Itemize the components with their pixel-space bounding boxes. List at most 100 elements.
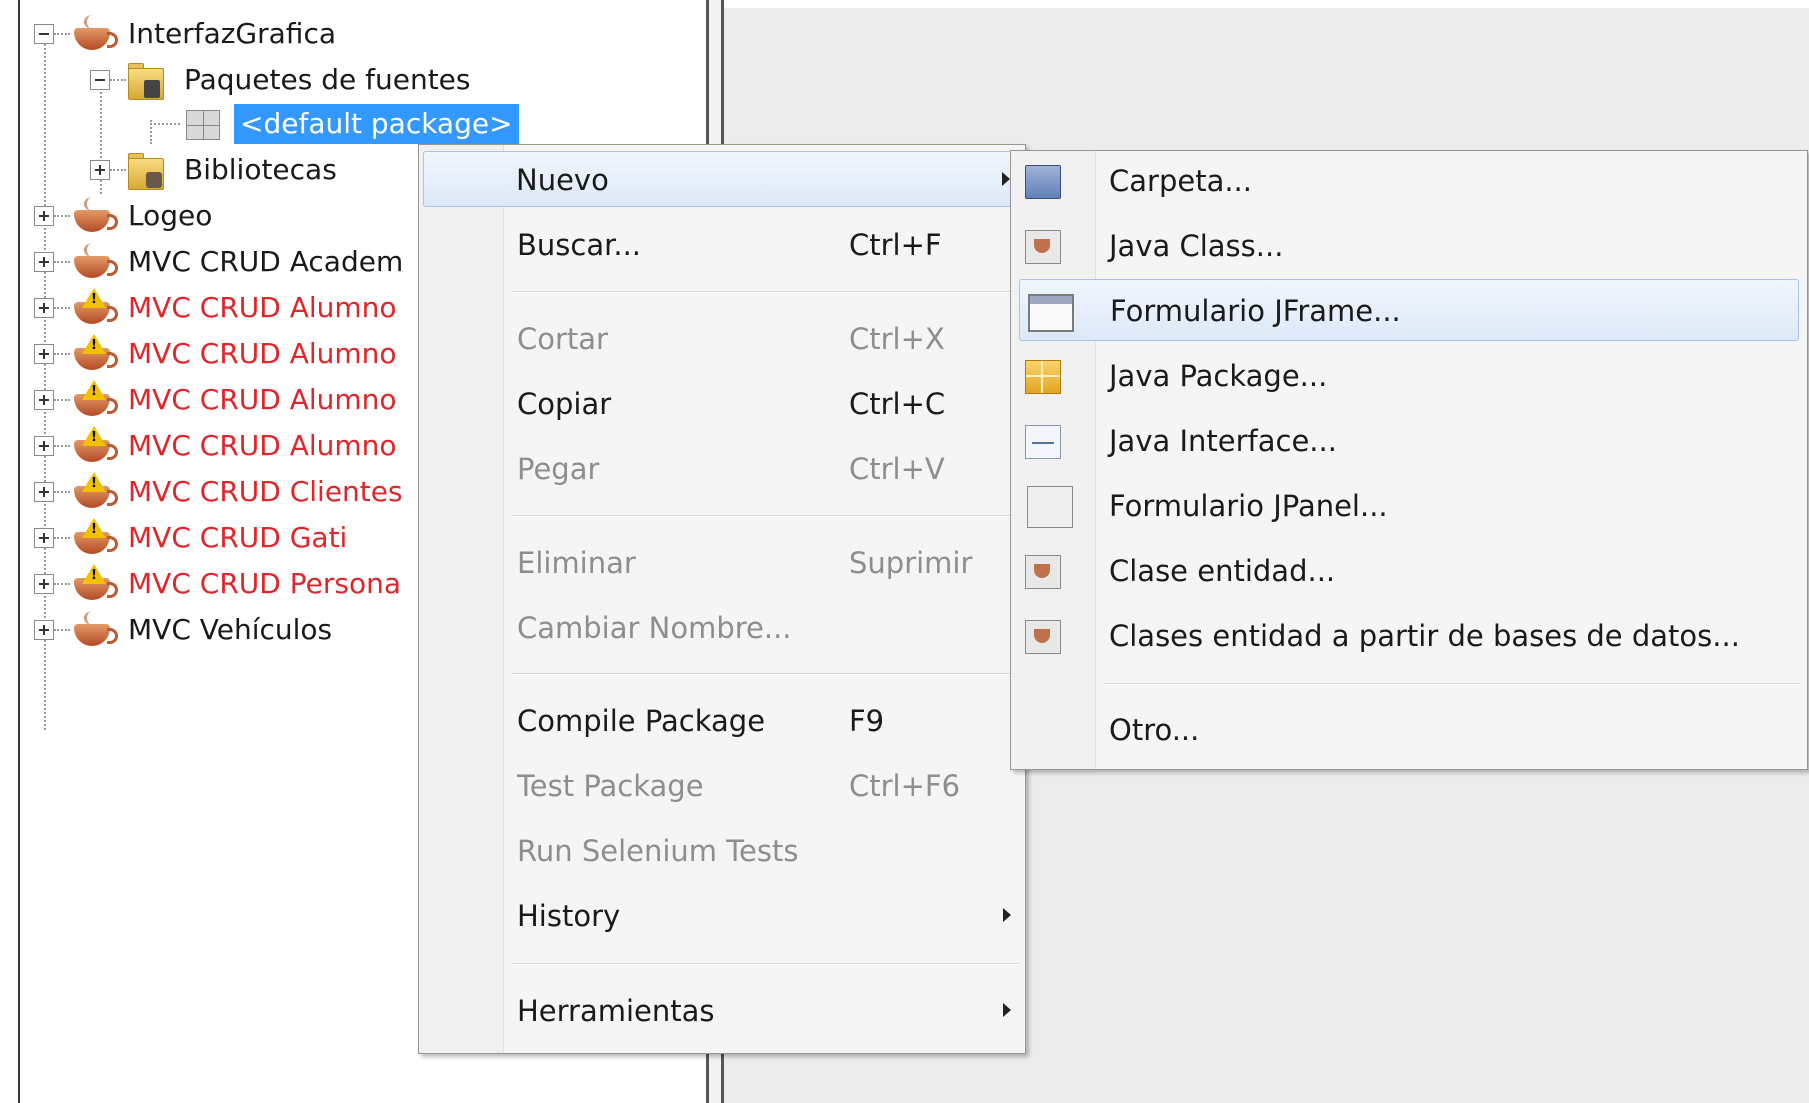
java-project-icon (70, 196, 118, 236)
tree-node-label: MVC Vehículos (128, 613, 333, 646)
tree-node-label: Paquetes de fuentes (184, 63, 471, 96)
menu-item-java-package[interactable]: Java Package... (1011, 348, 1807, 404)
menu-item-copiar[interactable]: Copiar Ctrl+C (419, 376, 1025, 432)
expand-icon[interactable] (34, 390, 54, 410)
submenu-arrow-icon (1003, 908, 1011, 922)
folder-icon (1025, 165, 1061, 199)
tree-node-label: MVC CRUD Academ (128, 245, 404, 278)
libraries-icon (126, 150, 170, 190)
expand-icon[interactable] (34, 528, 54, 548)
menu-item-formulario-jpanel[interactable]: Formulario JPanel... (1011, 478, 1807, 534)
menu-item-run-selenium-tests[interactable]: Run Selenium Tests (419, 823, 1025, 879)
menu-item-shortcut: F9 (849, 704, 885, 738)
menu-item-shortcut: Ctrl+C (849, 387, 946, 421)
menu-item-label: Java Interface... (1109, 424, 1337, 458)
menu-item-carpeta[interactable]: Carpeta... (1011, 153, 1807, 209)
java-class-icon (1025, 230, 1061, 264)
menu-item-test-package[interactable]: Test Package Ctrl+F6 (419, 758, 1025, 814)
menu-item-label: Java Class... (1109, 229, 1284, 263)
menu-item-history[interactable]: History (419, 888, 1025, 944)
menu-item-label: History (517, 899, 621, 933)
menu-item-formulario-jframe[interactable]: Formulario JFrame... (1019, 279, 1799, 341)
menu-item-eliminar[interactable]: Eliminar Suprimir (419, 535, 1025, 591)
tree-node-source-packages[interactable]: Paquetes de fuentes (90, 58, 471, 102)
tree-connector (54, 629, 70, 631)
menu-item-buscar[interactable]: Buscar... Ctrl+F (419, 217, 1025, 273)
tree-node-project-error[interactable]: ! MVC CRUD Gati (34, 516, 347, 560)
menu-item-pegar[interactable]: Pegar Ctrl+V (419, 441, 1025, 497)
expand-icon[interactable] (34, 574, 54, 594)
menu-item-herramientas[interactable]: Herramientas (419, 983, 1025, 1039)
menu-item-clases-entidad-bd[interactable]: Clases entidad a partir de bases de dato… (1011, 608, 1807, 664)
collapse-icon[interactable] (34, 24, 54, 44)
expand-icon[interactable] (34, 298, 54, 318)
tree-node-project-error[interactable]: ! MVC CRUD Clientes (34, 470, 403, 514)
tree-node-label: MVC CRUD Alumno (128, 429, 397, 462)
menu-item-cambiar-nombre[interactable]: Cambiar Nombre... (419, 600, 1025, 656)
menu-separator (511, 673, 1019, 675)
tree-connector (54, 537, 70, 539)
menu-item-label: Cambiar Nombre... (517, 611, 792, 645)
tree-node-project[interactable]: Logeo (34, 194, 212, 238)
tree-node-label: MVC CRUD Alumno (128, 291, 397, 324)
tree-node-project-error[interactable]: ! MVC CRUD Alumno (34, 286, 397, 330)
menu-item-otro[interactable]: Otro... (1011, 702, 1807, 758)
tree-connector (54, 399, 70, 401)
menu-item-clase-entidad[interactable]: Clase entidad... (1011, 543, 1807, 599)
package-icon (180, 104, 224, 144)
tree-node-project[interactable]: MVC CRUD Academ (34, 240, 403, 284)
expand-icon[interactable] (34, 344, 54, 364)
menu-item-java-class[interactable]: Java Class... (1011, 218, 1807, 274)
java-project-warning-icon: ! (70, 334, 118, 374)
tree-node-libraries[interactable]: Bibliotecas (90, 148, 337, 192)
expand-icon[interactable] (90, 160, 110, 180)
java-project-icon (70, 610, 118, 650)
context-menu: Nuevo Buscar... Ctrl+F Cortar Ctrl+X Cop… (418, 144, 1026, 1054)
java-project-warning-icon: ! (70, 288, 118, 328)
tree-node-project-error[interactable]: ! MVC CRUD Alumno (34, 378, 397, 422)
menu-item-label: Otro... (1109, 713, 1200, 747)
menu-item-cortar[interactable]: Cortar Ctrl+X (419, 311, 1025, 367)
jpanel-icon (1027, 486, 1073, 528)
tree-node-label: MVC CRUD Gati (128, 521, 348, 554)
tree-connector (54, 33, 70, 35)
menu-item-label: Carpeta... (1109, 164, 1252, 198)
tree-node-label: MVC CRUD Clientes (128, 475, 403, 508)
menu-item-label: Pegar (517, 452, 600, 486)
menu-item-shortcut: Ctrl+V (849, 452, 945, 486)
tree-node-default-package[interactable]: <default package> (150, 102, 519, 146)
expand-icon[interactable] (34, 206, 54, 226)
menu-item-shortcut: Ctrl+F6 (849, 769, 961, 803)
tree-connector (54, 261, 70, 263)
java-project-warning-icon: ! (70, 472, 118, 512)
panel-border (18, 0, 20, 1103)
java-package-icon (1025, 360, 1061, 394)
menu-item-shortcut: Ctrl+F (849, 228, 942, 262)
tree-connector (54, 307, 70, 309)
menu-item-label: Nuevo (516, 163, 609, 197)
menu-item-nuevo[interactable]: Nuevo (423, 151, 1021, 207)
tree-node-project-error[interactable]: ! MVC CRUD Persona (34, 562, 401, 606)
tree-connector (54, 215, 70, 217)
expand-icon[interactable] (34, 252, 54, 272)
tree-node-project[interactable]: InterfazGrafica (34, 12, 336, 56)
expand-icon[interactable] (34, 436, 54, 456)
source-packages-icon (126, 60, 170, 100)
java-project-icon (70, 14, 118, 54)
tree-node-project-error[interactable]: ! MVC CRUD Alumno (34, 424, 397, 468)
expand-icon[interactable] (34, 482, 54, 502)
tree-connector (54, 583, 70, 585)
menu-item-label: Formulario JFrame... (1110, 294, 1401, 328)
collapse-icon[interactable] (90, 70, 110, 90)
tree-node-project[interactable]: MVC Vehículos (34, 608, 332, 652)
menu-item-label: Herramientas (517, 994, 715, 1028)
menu-separator (511, 515, 1019, 517)
tree-node-label: MVC CRUD Alumno (128, 383, 397, 416)
tree-connector (54, 491, 70, 493)
java-project-warning-icon: ! (70, 426, 118, 466)
menu-item-compile-package[interactable]: Compile Package F9 (419, 693, 1025, 749)
tree-node-label: MVC CRUD Persona (128, 567, 401, 600)
expand-icon[interactable] (34, 620, 54, 640)
tree-node-project-error[interactable]: ! MVC CRUD Alumno (34, 332, 397, 376)
menu-item-java-interface[interactable]: Java Interface... (1011, 413, 1807, 469)
